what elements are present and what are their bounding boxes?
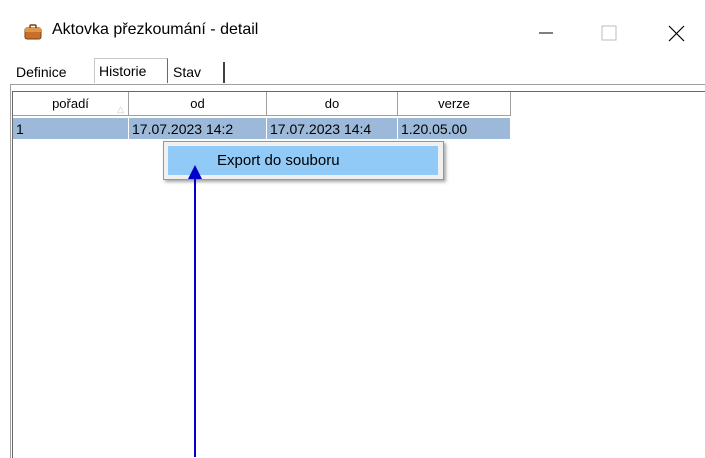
- column-header-poradi[interactable]: pořadí △: [13, 92, 129, 116]
- briefcase-icon: [24, 24, 42, 40]
- detail-window: Aktovka přezkoumání - detail Definice Hi…: [0, 0, 705, 458]
- cell-poradi[interactable]: 1: [13, 118, 129, 139]
- cell-od[interactable]: 17.07.2023 14:2: [129, 118, 267, 139]
- column-header-verze[interactable]: verze: [398, 92, 511, 116]
- tab-stav[interactable]: Stav: [169, 62, 225, 83]
- cell-verze[interactable]: 1.20.05.00: [398, 118, 511, 139]
- menu-item-export[interactable]: Export do souboru: [168, 146, 438, 175]
- maximize-icon[interactable]: [591, 14, 637, 50]
- tab-strip: Definice Historie Stav: [8, 58, 705, 84]
- menu-item-label: Export do souboru: [217, 152, 340, 169]
- window-title: Aktovka přezkoumání - detail: [52, 21, 259, 38]
- tab-definice[interactable]: Definice: [12, 62, 92, 83]
- title-bar[interactable]: Aktovka přezkoumání - detail: [0, 0, 705, 58]
- tab-historie[interactable]: Historie: [94, 58, 168, 83]
- column-header-od[interactable]: od: [129, 92, 267, 116]
- close-icon[interactable]: [657, 14, 703, 50]
- cell-do[interactable]: 17.07.2023 14:4: [267, 118, 398, 139]
- column-header-label: pořadí: [52, 96, 89, 111]
- annotation-arrow-icon: [188, 165, 202, 457]
- minimize-icon[interactable]: [528, 14, 574, 50]
- column-header-do[interactable]: do: [267, 92, 398, 116]
